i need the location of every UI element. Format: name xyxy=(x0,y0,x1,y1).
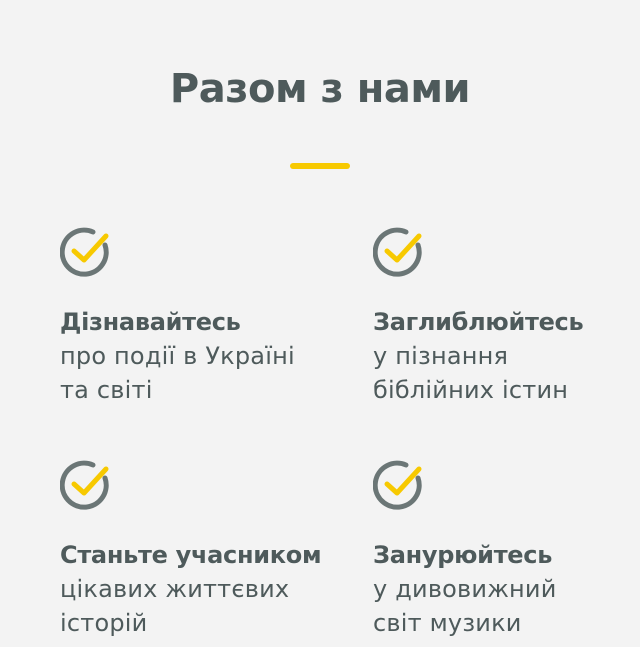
check-circle-icon xyxy=(373,227,422,277)
feature-item-music: Занурюйтесь у дивовижний світ музики xyxy=(373,459,640,640)
feature-description: у дивовижний світ музики xyxy=(373,575,557,637)
section-title: Разом з нами xyxy=(169,66,471,112)
feature-item-learn: Дізнавайтесь про події в Україні та світ… xyxy=(60,226,330,407)
feature-description: у пізнання біблійних істин xyxy=(373,342,569,404)
feature-title: Занурюйтесь xyxy=(373,541,553,569)
check-circle-icon xyxy=(373,460,422,510)
feature-description: цікавих життєвих історій xyxy=(60,575,290,637)
feature-description: про події в Україні та світі xyxy=(60,342,295,404)
title-divider xyxy=(290,163,350,169)
feature-title: Станьте учасником xyxy=(60,541,322,569)
check-circle-icon xyxy=(60,227,109,277)
feature-item-participate: Станьте учасником цікавих життєвих істор… xyxy=(60,459,330,640)
feature-title: Заглиблюйтесь xyxy=(373,308,584,336)
together-section: Разом з нами Дізнавайтесь про події в Ук… xyxy=(0,0,640,647)
feature-item-deepen: Заглиблюйтесь у пізнання біблійних істин xyxy=(373,226,640,407)
check-circle-icon xyxy=(60,460,109,510)
feature-title: Дізнавайтесь xyxy=(60,308,241,336)
